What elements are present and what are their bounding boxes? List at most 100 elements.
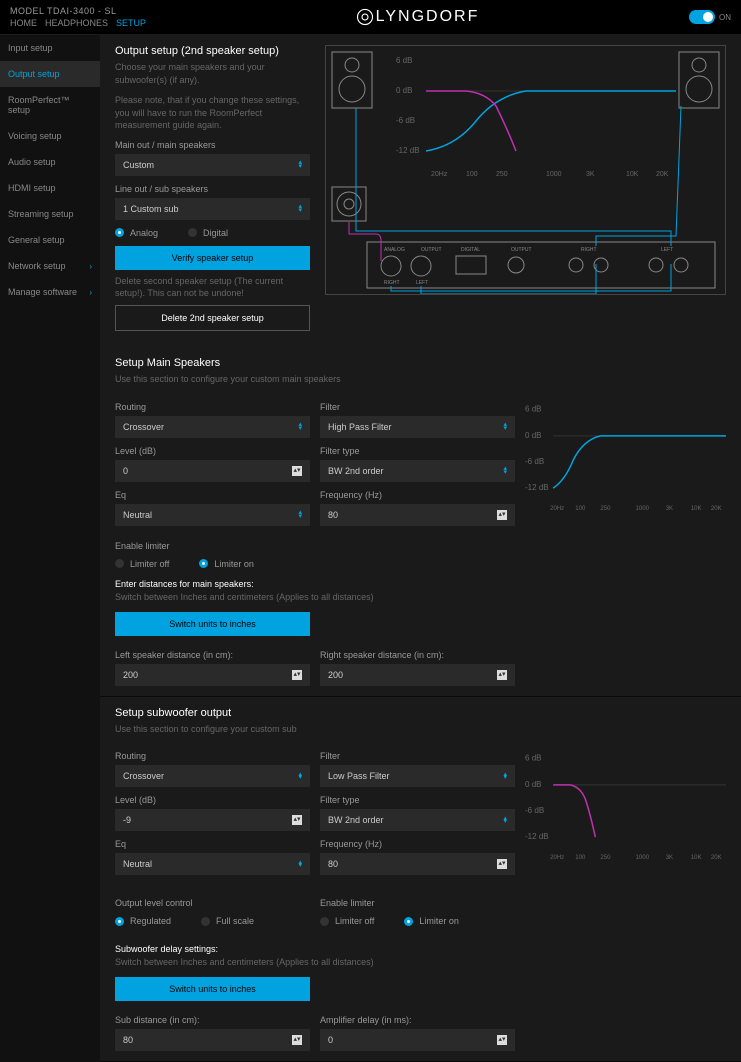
left-dist-label: Left speaker distance (in cm): (115, 650, 310, 660)
left-dist-input[interactable]: 200▴▾ (115, 664, 310, 686)
sidebar-item-input[interactable]: Input setup (0, 35, 100, 61)
select-arrows-icon: ▴▾ (298, 773, 302, 780)
radio-analog[interactable]: Analog (115, 228, 158, 238)
main-hpf-chart: 6 dB 0 dB -6 dB -12 dB 20Hz 100 250 1000… (525, 394, 726, 526)
sidebar: Input setup Output setup RoomPerfect™ se… (0, 35, 100, 1062)
svg-text:250: 250 (600, 855, 611, 861)
line-out-select[interactable]: 1 Custom sub▴▾ (115, 198, 310, 220)
radio-regulated[interactable]: Regulated (115, 916, 171, 926)
units-button[interactable]: Switch units to inches (115, 612, 310, 636)
delay-title: Subwoofer delay settings: (115, 944, 726, 954)
radio-limiter-off[interactable]: Limiter off (115, 559, 169, 569)
sub-level-input[interactable]: -9▴▾ (115, 809, 310, 831)
filter-type-label: Filter type (320, 446, 515, 456)
filter-select[interactable]: High Pass Filter▴▾ (320, 416, 515, 438)
stepper-icon[interactable]: ▴▾ (497, 1035, 507, 1045)
svg-text:LEFT: LEFT (661, 247, 673, 253)
svg-text:20Hz: 20Hz (550, 855, 564, 861)
crossover-chart: 6 dB 0 dB -6 dB -12 dB 20Hz 100 250 1000… (396, 51, 676, 181)
svg-text:-12 dB: -12 dB (396, 146, 420, 155)
svg-text:-6 dB: -6 dB (396, 116, 415, 125)
main-out-select[interactable]: Custom▴▾ (115, 154, 310, 176)
sidebar-item-general[interactable]: General setup (0, 227, 100, 253)
select-arrows-icon: ▴▾ (503, 773, 507, 780)
eq-select[interactable]: Neutral▴▾ (115, 504, 310, 526)
svg-text:RIGHT: RIGHT (581, 247, 597, 253)
svg-text:20K: 20K (656, 171, 669, 178)
radio-sub-limiter-off[interactable]: Limiter off (320, 916, 374, 926)
select-arrows-icon: ▴▾ (298, 205, 302, 212)
radio-digital[interactable]: Digital (188, 228, 228, 238)
sub-level-label: Level (dB) (115, 795, 310, 805)
sub-eq-select[interactable]: Neutral▴▾ (115, 853, 310, 875)
sub-filter-select[interactable]: Low Pass Filter▴▾ (320, 765, 515, 787)
svg-text:20Hz: 20Hz (431, 171, 448, 178)
sidebar-item-network[interactable]: Network setup› (0, 253, 100, 279)
nav-setup[interactable]: SETUP (116, 18, 146, 28)
sub-routing-select[interactable]: Crossover▴▾ (115, 765, 310, 787)
svg-text:-6 dB: -6 dB (525, 457, 544, 466)
svg-text:20Hz: 20Hz (550, 506, 564, 512)
radio-sub-limiter-on[interactable]: Limiter on (404, 916, 459, 926)
select-arrows-icon: ▴▾ (503, 467, 507, 474)
power-toggle[interactable]: ON (689, 10, 731, 24)
sub-desc: Use this section to configure your custo… (115, 723, 726, 736)
chevron-right-icon: › (89, 262, 92, 271)
logo-icon (356, 8, 374, 26)
svg-text:3K: 3K (666, 506, 673, 512)
sidebar-item-output[interactable]: Output setup (0, 61, 100, 87)
amp-delay-input[interactable]: 0▴▾ (320, 1029, 515, 1051)
dist-title: Enter distances for main speakers: (115, 579, 726, 589)
sidebar-item-voicing[interactable]: Voicing setup (0, 123, 100, 149)
radio-full-scale[interactable]: Full scale (201, 916, 254, 926)
sub-dist-input[interactable]: 80▴▾ (115, 1029, 310, 1051)
svg-text:100: 100 (575, 506, 586, 512)
nav-home[interactable]: HOME (10, 18, 37, 28)
svg-text:100: 100 (575, 855, 586, 861)
stepper-icon[interactable]: ▴▾ (292, 670, 302, 680)
main-out-label: Main out / main speakers (115, 140, 310, 150)
sidebar-item-manage[interactable]: Manage software› (0, 279, 100, 305)
select-arrows-icon: ▴▾ (298, 511, 302, 518)
chevron-right-icon: › (89, 288, 92, 297)
freq-input[interactable]: 80▴▾ (320, 504, 515, 526)
svg-text:RIGHT: RIGHT (384, 280, 400, 286)
sub-routing-label: Routing (115, 751, 310, 761)
output-desc: Choose your main speakers and your subwo… (115, 61, 310, 86)
delete-button[interactable]: Delete 2nd speaker setup (115, 305, 310, 331)
speaker-diagram: 6 dB 0 dB -6 dB -12 dB 20Hz 100 250 1000… (325, 45, 726, 295)
stepper-icon[interactable]: ▴▾ (497, 670, 507, 680)
select-arrows-icon: ▴▾ (298, 423, 302, 430)
stepper-icon[interactable]: ▴▾ (497, 859, 507, 869)
svg-text:LEFT: LEFT (416, 280, 428, 286)
svg-text:3K: 3K (666, 855, 673, 861)
radio-limiter-on[interactable]: Limiter on (199, 559, 254, 569)
right-dist-input[interactable]: 200▴▾ (320, 664, 515, 686)
verify-button[interactable]: Verify speaker setup (115, 246, 310, 270)
stepper-icon[interactable]: ▴▾ (292, 1035, 302, 1045)
stepper-icon[interactable]: ▴▾ (292, 815, 302, 825)
stepper-icon[interactable]: ▴▾ (292, 466, 302, 476)
sub-freq-input[interactable]: 80▴▾ (320, 853, 515, 875)
select-arrows-icon: ▴▾ (503, 817, 507, 824)
output-note: Please note, that if you change these se… (115, 94, 310, 132)
routing-select[interactable]: Crossover▴▾ (115, 416, 310, 438)
sub-filter-label: Filter (320, 751, 515, 761)
filter-type-select[interactable]: BW 2nd order▴▾ (320, 460, 515, 482)
stepper-icon[interactable]: ▴▾ (497, 510, 507, 520)
svg-text:-12 dB: -12 dB (525, 832, 549, 841)
level-input[interactable]: 0▴▾ (115, 460, 310, 482)
sub-lpf-chart: 6 dB 0 dB -6 dB -12 dB 20Hz 100 250 1000… (525, 743, 726, 875)
main-spk-desc: Use this section to configure your custo… (115, 373, 726, 386)
svg-text:100: 100 (466, 171, 478, 178)
nav-headphones[interactable]: HEADPHONES (45, 18, 108, 28)
filter-label: Filter (320, 402, 515, 412)
sidebar-item-streaming[interactable]: Streaming setup (0, 201, 100, 227)
sub-filter-type-select[interactable]: BW 2nd order▴▾ (320, 809, 515, 831)
sidebar-item-hdmi[interactable]: HDMI setup (0, 175, 100, 201)
sub-units-button[interactable]: Switch units to inches (115, 977, 310, 1001)
sub-eq-label: Eq (115, 839, 310, 849)
svg-text:0 dB: 0 dB (525, 780, 542, 789)
sidebar-item-roomperfect[interactable]: RoomPerfect™ setup (0, 87, 100, 123)
sidebar-item-audio[interactable]: Audio setup (0, 149, 100, 175)
